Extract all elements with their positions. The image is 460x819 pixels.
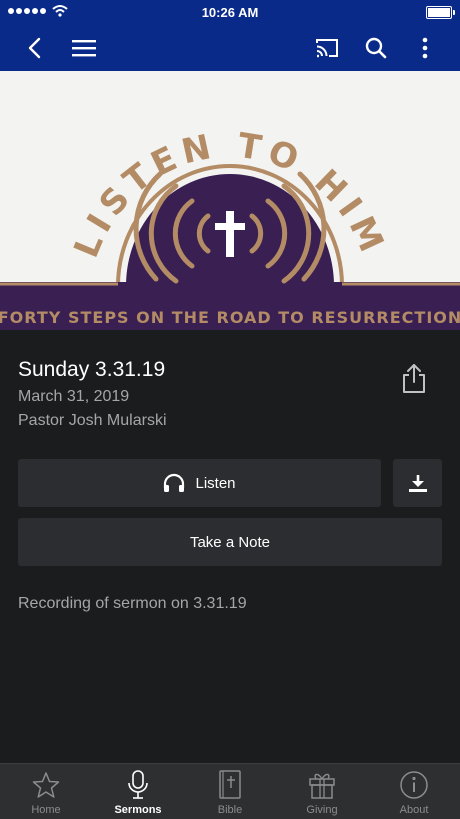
tab-sermons[interactable]: Sermons xyxy=(92,764,184,819)
sermon-artwork: LISTEN TO HIM FORTY STEPS ON THE ROAD TO… xyxy=(0,71,460,330)
sermon-detail: Sunday 3.31.19 March 31, 2019 Pastor Jos… xyxy=(0,330,460,763)
take-note-button-label: Take a Note xyxy=(189,533,271,551)
hamburger-icon xyxy=(72,40,96,57)
share-icon xyxy=(403,364,425,393)
bible-icon xyxy=(219,770,241,799)
tab-label: About xyxy=(399,804,429,816)
back-button[interactable] xyxy=(18,32,50,64)
status-time: 10:26 AM xyxy=(201,5,259,20)
battery-icon xyxy=(426,6,455,19)
download-button[interactable] xyxy=(393,459,442,507)
search-button[interactable] xyxy=(360,32,392,64)
tab-label: Home xyxy=(31,804,61,816)
info-icon xyxy=(400,771,428,799)
share-button[interactable] xyxy=(400,362,428,394)
take-note-button[interactable]: Take a Note xyxy=(18,518,442,566)
more-options-button[interactable] xyxy=(409,32,441,64)
headphones-icon xyxy=(164,473,185,492)
listen-button-label: Listen xyxy=(195,474,236,492)
tab-bible[interactable]: Bible xyxy=(184,764,276,819)
menu-button[interactable] xyxy=(68,32,100,64)
sermon-title: Sunday 3.31.19 xyxy=(18,358,166,381)
status-bar: 10:26 AM xyxy=(0,0,460,24)
sermon-speaker: Pastor Josh Mularski xyxy=(18,412,167,429)
cast-icon xyxy=(316,39,338,58)
sermon-description: Recording of sermon on 3.31.19 xyxy=(18,595,247,612)
search-icon xyxy=(365,37,387,59)
star-icon xyxy=(32,772,60,798)
tab-label: Bible xyxy=(217,804,243,816)
tab-label: Giving xyxy=(306,804,338,816)
tab-about[interactable]: About xyxy=(368,764,460,819)
artwork-subtitle: FORTY STEPS ON THE ROAD TO RESURRECTION xyxy=(0,308,460,327)
tab-bar: Home Sermons Bible Giving About xyxy=(0,763,460,819)
tab-giving[interactable]: Giving xyxy=(276,764,368,819)
chevron-left-icon xyxy=(28,37,41,59)
microphone-icon xyxy=(128,770,148,799)
tab-label: Sermons xyxy=(114,804,162,816)
sermon-date: March 31, 2019 xyxy=(18,388,130,405)
download-icon xyxy=(408,475,427,492)
cast-button[interactable] xyxy=(311,32,343,64)
more-vertical-icon xyxy=(422,37,428,59)
gift-icon xyxy=(309,773,335,799)
tab-home[interactable]: Home xyxy=(0,764,92,819)
listen-button[interactable]: Listen xyxy=(18,459,381,507)
navigation-bar xyxy=(0,24,460,71)
